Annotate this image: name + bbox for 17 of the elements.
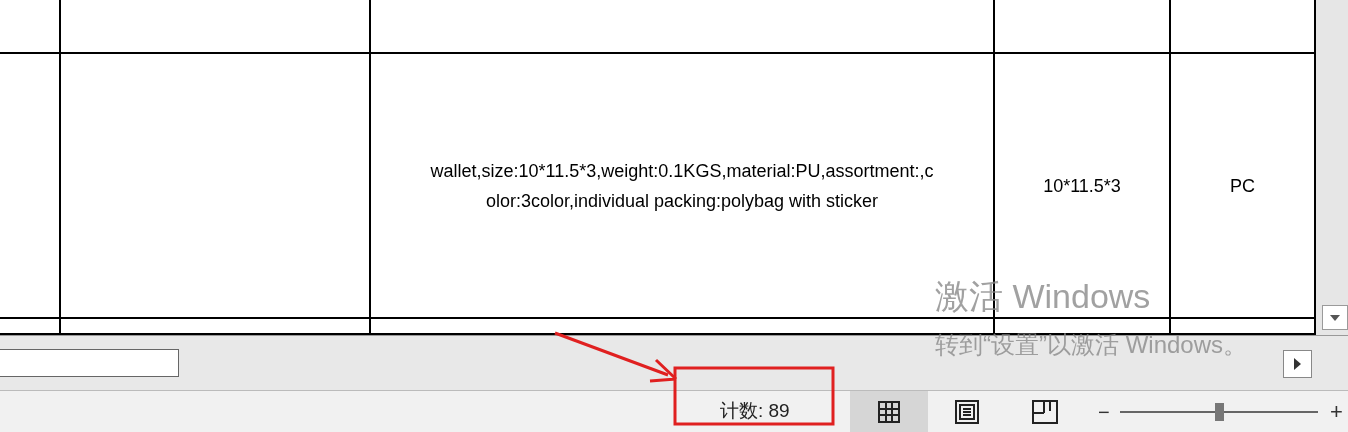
page-break-icon — [1032, 399, 1058, 424]
count-summary: 计数: 89 — [720, 399, 791, 424]
scroll-right-button[interactable] — [1283, 350, 1312, 378]
zoom-out-button[interactable]: − — [1098, 396, 1118, 427]
grid-icon — [878, 400, 900, 423]
zoom-slider-thumb[interactable] — [1214, 402, 1224, 421]
vertical-scrollbar[interactable] — [1316, 0, 1348, 335]
zoom-in-button[interactable]: + — [1330, 395, 1343, 428]
caret-down-icon — [1330, 314, 1340, 321]
activation-message: 转到“设置”以激活 Windows。 — [935, 330, 1247, 360]
table-cell — [0, 0, 61, 54]
scrollbar-thumb[interactable] — [0, 349, 179, 377]
view-button[interactable] — [850, 390, 928, 432]
caret-right-icon — [1294, 358, 1301, 370]
page-icon — [955, 399, 979, 424]
zoom-slider[interactable] — [1120, 401, 1318, 422]
scroll-down-button[interactable] — [1322, 305, 1348, 330]
